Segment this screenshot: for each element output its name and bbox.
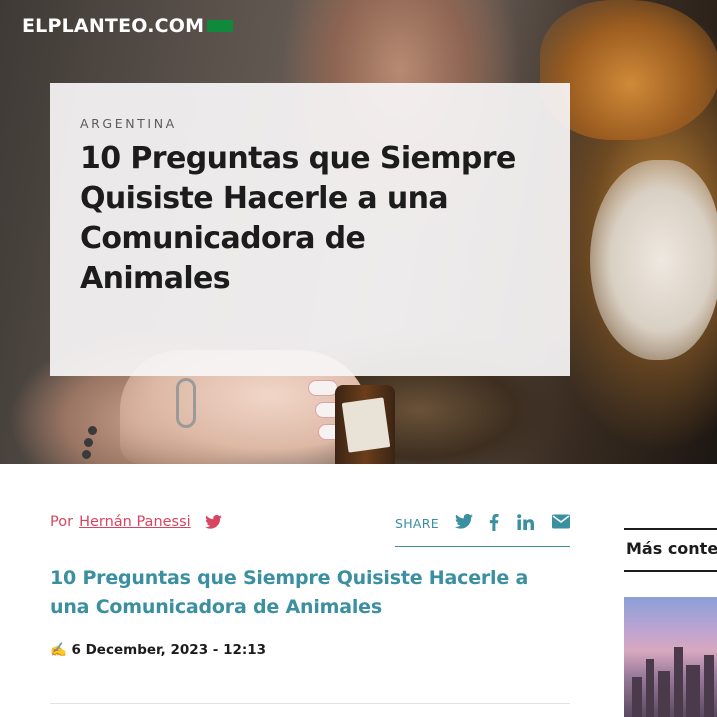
bracelet-bead bbox=[82, 450, 91, 459]
bracelet-bead bbox=[88, 426, 97, 435]
share-bar: SHARE bbox=[395, 512, 570, 547]
facebook-icon[interactable] bbox=[489, 514, 499, 531]
building bbox=[658, 671, 670, 717]
building bbox=[646, 659, 654, 717]
nail bbox=[308, 380, 338, 396]
building bbox=[686, 665, 700, 717]
byline: Por Hernán Panessi bbox=[50, 514, 222, 530]
building bbox=[632, 677, 642, 717]
flag-icon bbox=[207, 20, 234, 32]
site-logo-text: ELPLANTEO.COM bbox=[22, 15, 205, 37]
sidebar-heading-text: Más contenido bbox=[626, 539, 717, 558]
bottle-label bbox=[341, 397, 391, 453]
building bbox=[704, 655, 714, 717]
building bbox=[674, 647, 683, 717]
twitter-icon[interactable] bbox=[455, 514, 473, 529]
author-link[interactable]: Hernán Panessi bbox=[79, 514, 191, 530]
category-label[interactable]: ARGENTINA bbox=[80, 116, 177, 131]
publish-date: ✍️ 6 December, 2023 - 12:13 bbox=[50, 642, 267, 658]
email-icon[interactable] bbox=[552, 514, 570, 529]
article-title: 10 Preguntas que Siempre Quisiste Hacerl… bbox=[50, 567, 529, 618]
bracelet-bead bbox=[84, 438, 93, 447]
sidebar-heading: Más contenido bbox=[624, 528, 717, 572]
cat-fur-white bbox=[590, 160, 717, 360]
sidebar-thumbnail[interactable] bbox=[624, 597, 717, 717]
byline-prefix: Por bbox=[50, 514, 74, 530]
share-label: SHARE bbox=[395, 516, 439, 531]
divider bbox=[50, 703, 570, 704]
linkedin-icon[interactable] bbox=[517, 514, 534, 530]
author-twitter-icon[interactable] bbox=[204, 515, 222, 529]
page-title: 10 Preguntas que Siempre Quisiste Hacerl… bbox=[80, 141, 516, 296]
ring bbox=[176, 378, 196, 428]
site-logo[interactable]: ELPLANTEO.COM bbox=[22, 14, 234, 38]
